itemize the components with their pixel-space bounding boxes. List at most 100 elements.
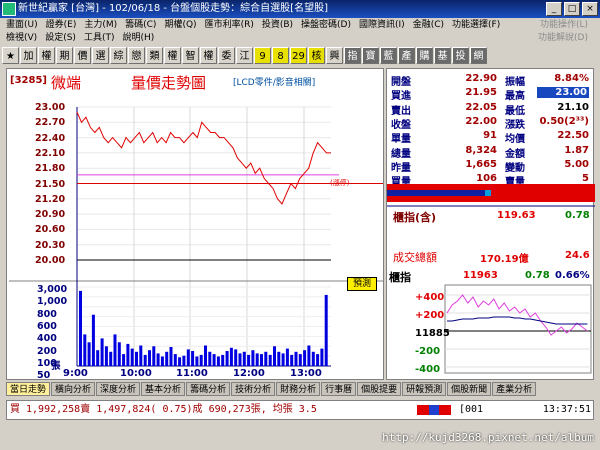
menu-item[interactable]: 操盤密碼(D): [301, 18, 351, 32]
toolbar-button[interactable]: 戀: [128, 46, 145, 64]
toolbar-button[interactable]: 指: [344, 46, 361, 64]
volume-bar: [160, 356, 164, 366]
volume-bar: [221, 354, 225, 366]
otc-index-label: 櫃指(含): [393, 211, 437, 224]
menu-item[interactable]: 檢視(V): [6, 32, 37, 44]
price-tick-label: 22.40: [35, 132, 66, 144]
volume-bar: [173, 354, 177, 366]
toolbar-button[interactable]: 江: [236, 46, 253, 64]
menu-item[interactable]: 功能選擇(F): [452, 18, 500, 32]
menu-item[interactable]: 證券(E): [46, 18, 77, 32]
volume-tick-label: 400: [37, 333, 57, 345]
toolbar-button[interactable]: 期: [56, 46, 73, 64]
toolbar-button[interactable]: 藍: [380, 46, 397, 64]
tab-1[interactable]: 橫向分析: [51, 382, 96, 396]
volume-tick-label: 3,000: [37, 284, 68, 295]
tab-5[interactable]: 技術分析: [231, 382, 276, 396]
volume-bar: [191, 351, 195, 366]
toolbar-button[interactable]: 價: [74, 46, 91, 64]
volume-bar: [229, 347, 233, 366]
mini-tick-label: -400: [415, 364, 441, 375]
volume-bar: [225, 351, 229, 366]
app-window: 新世紀贏家 [台灣] - 102/06/18 - 台盤個股走勢：綜合自選股[名望…: [0, 0, 600, 450]
volume-bar: [152, 346, 156, 367]
menu-item[interactable]: 籌碼(C): [125, 18, 156, 32]
toolbar-button[interactable]: 產: [398, 46, 415, 64]
tab-0[interactable]: 當日走勢: [6, 382, 51, 396]
menu-item[interactable]: 期權(Q): [164, 18, 196, 32]
toolbar-button[interactable]: 興: [326, 46, 343, 64]
quote-value: 23.00: [537, 87, 589, 99]
toolbar-button[interactable]: 委: [218, 46, 235, 64]
toolbar-button[interactable]: 權: [200, 46, 217, 64]
toolbar-button[interactable]: 加: [20, 46, 37, 64]
toolbar-button[interactable]: 網: [470, 46, 487, 64]
volume-bar: [212, 354, 216, 366]
toolbar-button[interactable]: 投: [452, 46, 469, 64]
otc-index-value: 119.63: [497, 210, 536, 221]
menu-item[interactable]: 匯市利率(R): [205, 18, 254, 32]
menu-item[interactable]: 投資(B): [262, 18, 293, 32]
mini-tick-label: -200: [415, 346, 441, 357]
quote-label: 漲跌: [505, 119, 525, 131]
tab-11[interactable]: 產業分析: [492, 382, 537, 396]
menu-item[interactable]: 說明(H): [122, 32, 154, 44]
volume-bar: [122, 354, 126, 366]
forecast-button[interactable]: 預測: [347, 277, 377, 291]
volume-bar: [126, 343, 130, 366]
volume-bar: [216, 356, 220, 366]
toolbar-button[interactable]: 購: [416, 46, 433, 64]
toolbar-button[interactable]: 權: [38, 46, 55, 64]
toolbar-button[interactable]: 29: [290, 46, 307, 64]
volume-bar: [320, 348, 324, 366]
volume-bar: [303, 350, 307, 366]
toolbar-button[interactable]: 選: [92, 46, 109, 64]
toolbar-button[interactable]: 權: [164, 46, 181, 64]
tab-3[interactable]: 基本分析: [141, 382, 186, 396]
app-icon: [2, 2, 16, 16]
tab-7[interactable]: 行事曆: [321, 382, 357, 396]
toolbar-button[interactable]: 核: [308, 46, 325, 64]
volume-bar: [182, 355, 186, 366]
turnover-label: 成交總額: [393, 251, 437, 264]
volume-bar: [268, 354, 272, 366]
toolbar-button[interactable]: ★: [2, 46, 19, 64]
menu-item[interactable]: 國際資訊(I): [359, 18, 405, 32]
menu-item[interactable]: 設定(S): [45, 32, 76, 44]
tab-4[interactable]: 籌碼分析: [186, 382, 231, 396]
volume-bar: [208, 351, 212, 366]
minimize-button[interactable]: _: [546, 2, 562, 16]
menu-item[interactable]: 工具(T): [84, 32, 115, 44]
volume-bar: [87, 342, 91, 366]
volume-bar: [199, 354, 203, 366]
volume-bar: [307, 345, 311, 366]
turnover-value: 170.19億: [480, 254, 529, 265]
volume-bar: [130, 348, 134, 366]
toolbar-button[interactable]: 基: [434, 46, 451, 64]
analysis-tabs: 當日走勢 橫向分析 深度分析 基本分析 籌碼分析 技術分析 財務分析 行事曆 個股提要 研報預測個…: [6, 382, 594, 396]
watermark: http://kujd3268.pixnet.net/album: [382, 431, 594, 444]
menu-function-help[interactable]: 功能解說(D): [538, 32, 588, 44]
tab-8[interactable]: 個股提要: [357, 382, 402, 396]
tab-2[interactable]: 深度分析: [96, 382, 141, 396]
status-text: 買 1,992,258賣 1,497,824( 0.75)成 690,273張,…: [10, 404, 317, 415]
close-button[interactable]: ×: [582, 2, 598, 16]
status-code: [001: [459, 404, 484, 415]
toolbar-button[interactable]: 9: [254, 46, 271, 64]
tab-10[interactable]: 個股新聞: [447, 382, 492, 396]
mini-tick-label: +200: [415, 310, 445, 321]
tab-6[interactable]: 財務分析: [276, 382, 321, 396]
maximize-button[interactable]: □: [564, 2, 580, 16]
price-tick-label: 21.80: [35, 163, 66, 175]
volume-bar: [83, 334, 87, 366]
tab-9[interactable]: 研報預測: [402, 382, 447, 396]
toolbar-button[interactable]: 寶: [362, 46, 379, 64]
menu-item[interactable]: 畫面(U): [6, 18, 38, 32]
toolbar-button[interactable]: 綜: [110, 46, 127, 64]
menu-function-ops[interactable]: 功能操作(L): [540, 18, 588, 32]
toolbar-button[interactable]: 8: [272, 46, 289, 64]
toolbar-button[interactable]: 智: [182, 46, 199, 64]
toolbar-button[interactable]: 類: [146, 46, 163, 64]
menu-item[interactable]: 主力(M): [84, 18, 117, 32]
menu-item[interactable]: 金融(C): [413, 18, 444, 32]
